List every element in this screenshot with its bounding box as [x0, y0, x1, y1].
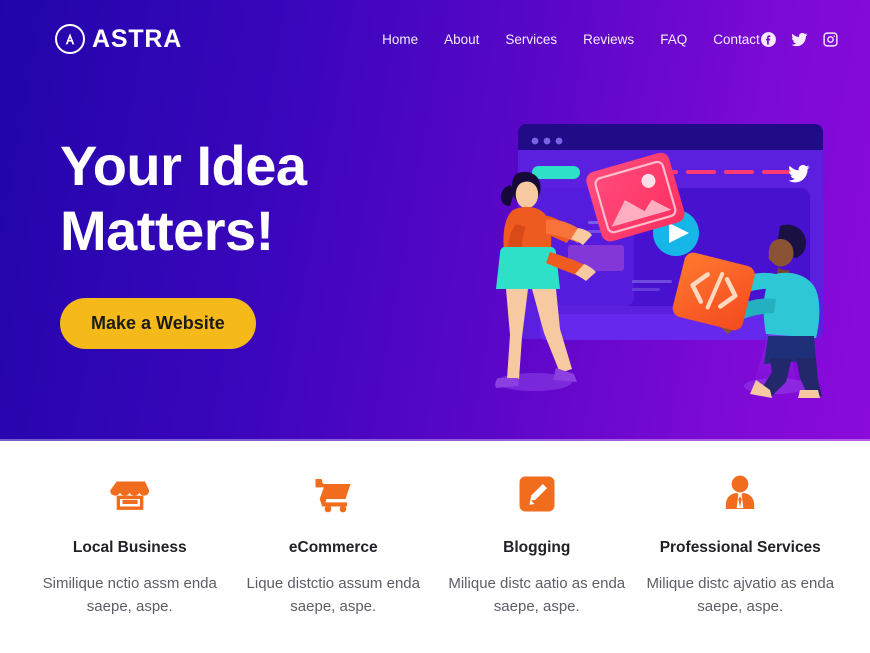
pencil-edit-icon	[517, 471, 557, 517]
facebook-icon[interactable]	[760, 31, 777, 48]
main-nav: Home About Services Reviews FAQ Contact	[382, 32, 760, 47]
nav-item-contact[interactable]: Contact	[713, 32, 760, 47]
feature-title: Local Business	[72, 539, 187, 556]
hero-title: Your Idea Matters!	[60, 134, 460, 264]
hero-title-line-1: Your Idea	[60, 134, 307, 197]
brand-logo[interactable]: ASTRA	[55, 24, 182, 54]
shopping-cart-icon	[312, 471, 354, 517]
site-header: ASTRA Home About Services Reviews FAQ Co…	[0, 0, 870, 78]
nav-item-about[interactable]: About	[444, 32, 479, 47]
feature-description: Lique distctio assum enda saepe, aspe.	[246, 575, 420, 616]
feature-title: Professional Services	[659, 539, 821, 556]
instagram-icon[interactable]	[822, 31, 839, 48]
hero-illustration	[480, 100, 870, 420]
nav-item-services[interactable]: Services	[505, 32, 557, 47]
social-links	[760, 31, 839, 48]
nav-item-reviews[interactable]: Reviews	[583, 32, 634, 47]
brand-name: ASTRA	[92, 24, 183, 53]
twitter-icon[interactable]	[791, 31, 808, 48]
store-icon	[109, 471, 151, 517]
feature-title: Blogging	[503, 539, 571, 556]
feature-description: Milique distc ajvatio as enda saepe, asp…	[646, 575, 835, 616]
features-section: Local Business Similique nctio assm enda…	[0, 441, 870, 653]
feature-card-professional-services[interactable]: Professional Services Milique distc ajva…	[639, 471, 843, 653]
feature-card-ecommerce[interactable]: eCommerce Lique distctio assum enda saep…	[232, 471, 436, 653]
feature-card-blogging[interactable]: Blogging Milique distc aatio as enda sae…	[435, 471, 639, 653]
nav-item-faq[interactable]: FAQ	[660, 32, 687, 47]
hero-section: ASTRA Home About Services Reviews FAQ Co…	[0, 0, 870, 441]
hero-title-line-2: Matters!	[60, 198, 274, 262]
astra-circle-a-logo-icon	[55, 24, 85, 54]
feature-description: Similique nctio assm enda saepe, aspe.	[42, 575, 217, 616]
hero-copy: Your Idea Matters! Make a Website	[60, 134, 460, 349]
make-a-website-button[interactable]: Make a Website	[60, 297, 256, 349]
feature-description: Milique distc aatio as enda saepe, aspe.	[448, 575, 626, 616]
feature-title: eCommerce	[288, 539, 378, 556]
landing-page: ASTRA Home About Services Reviews FAQ Co…	[0, 0, 870, 653]
businessperson-icon	[720, 471, 760, 517]
feature-card-local-business[interactable]: Local Business Similique nctio assm enda…	[28, 471, 232, 653]
nav-item-home[interactable]: Home	[382, 32, 418, 47]
